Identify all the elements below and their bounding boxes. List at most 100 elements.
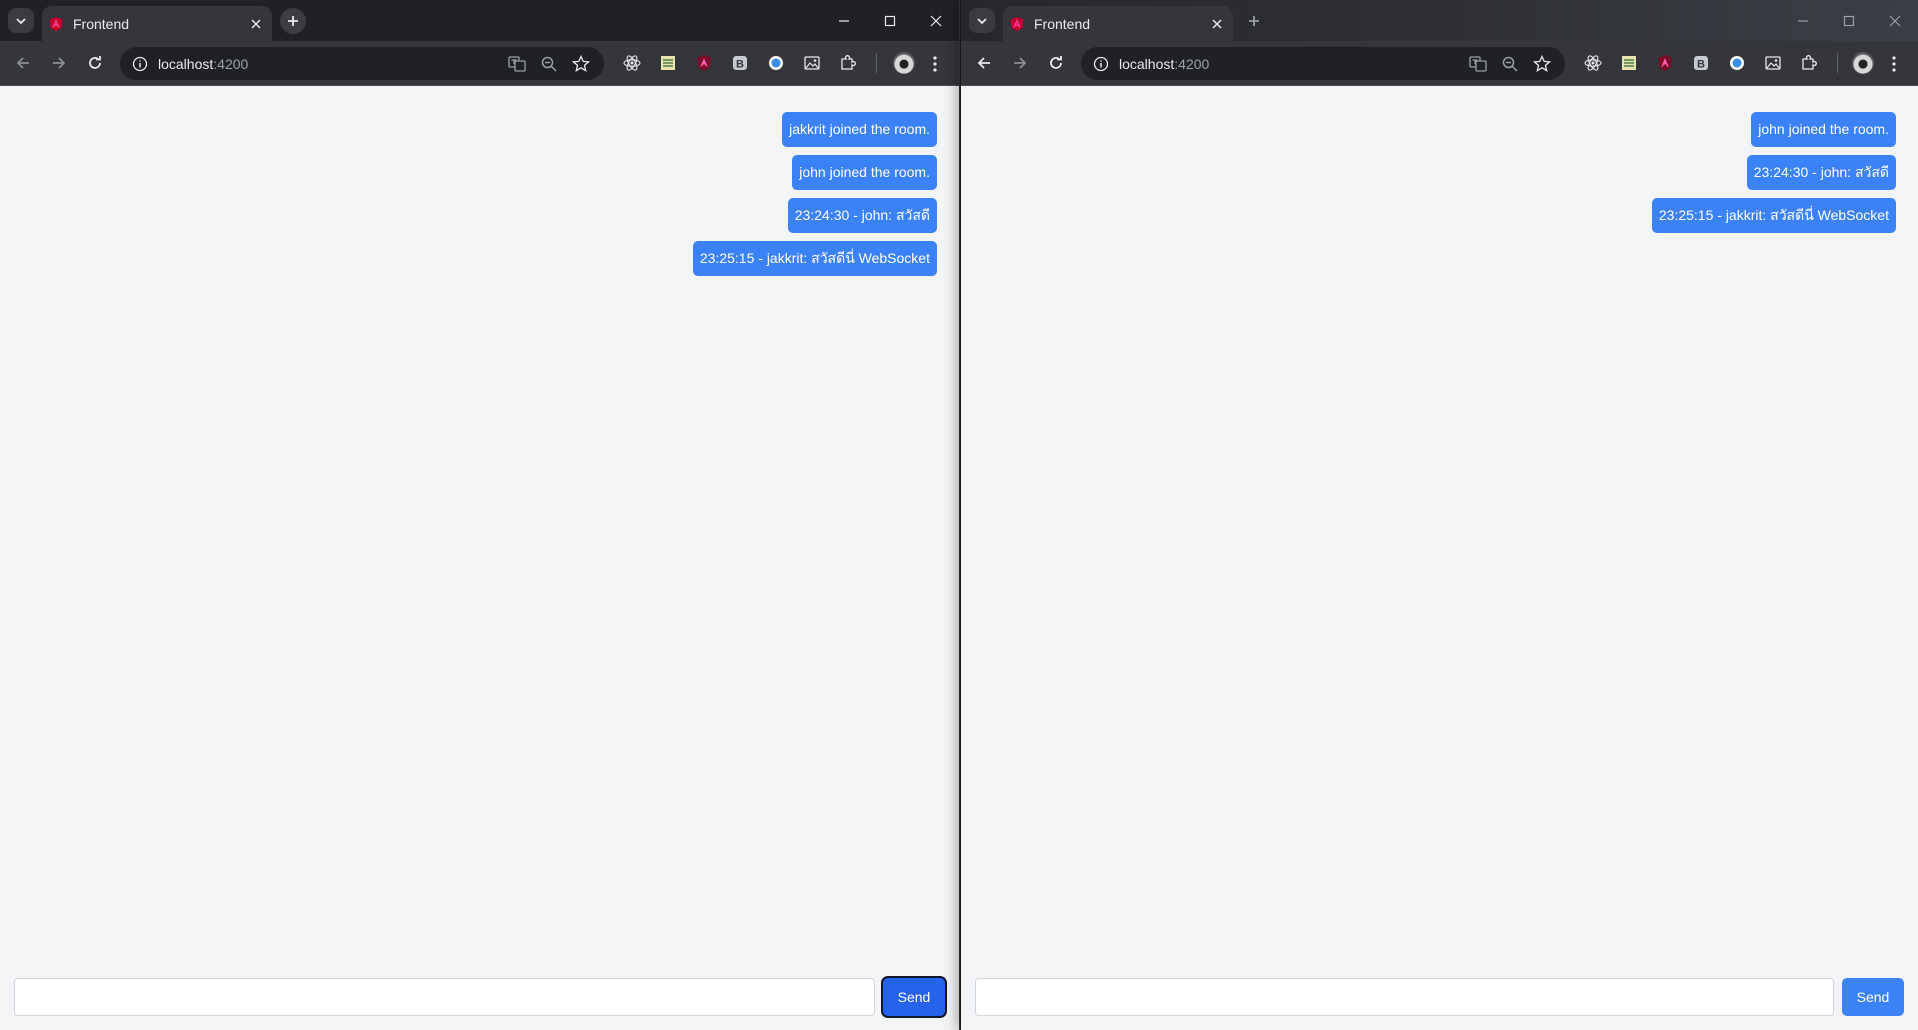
close-window-button[interactable]	[913, 0, 959, 41]
zoom-button[interactable]	[538, 53, 560, 75]
message-list: john joined the room. 23:24:30 - john: ส…	[1651, 112, 1896, 233]
zoom-button[interactable]	[1499, 53, 1521, 75]
tab-frontend[interactable]: Frontend	[1003, 6, 1233, 41]
site-info-icon[interactable]	[1092, 55, 1110, 73]
site-info-icon[interactable]	[131, 55, 149, 73]
react-devtools-icon	[623, 55, 641, 71]
maximize-button[interactable]	[1826, 0, 1872, 41]
browser-menu-button[interactable]	[925, 52, 945, 76]
image-extension[interactable]	[800, 51, 824, 75]
back-button[interactable]	[11, 51, 35, 75]
toolbar-divider	[1837, 53, 1838, 73]
circle-extension-icon	[1730, 56, 1744, 70]
sheet-extension[interactable]	[656, 51, 680, 75]
extensions-row: B	[1581, 51, 1838, 75]
back-icon	[16, 57, 29, 69]
message-bubble: 23:25:15 - jakkrit: สวัสดีนี่ WebSocket	[1651, 198, 1896, 233]
react-devtools-extension[interactable]	[1581, 51, 1605, 75]
back-button[interactable]	[972, 51, 996, 75]
minimize-button[interactable]	[821, 0, 867, 41]
new-tab-button[interactable]	[1241, 8, 1267, 34]
extensions-menu-button[interactable]	[836, 51, 860, 75]
message-bubble: john joined the room.	[1751, 112, 1896, 147]
title-bar: Frontend	[0, 0, 959, 41]
sheet-extension-icon	[661, 56, 675, 70]
address-bar[interactable]: localhost:4200	[120, 47, 604, 80]
url-host: localhost	[1119, 55, 1175, 72]
zoom-icon	[1502, 56, 1518, 72]
url-port: :4200	[1174, 55, 1210, 72]
forward-button[interactable]	[47, 51, 71, 75]
circle-extension-icon	[769, 56, 783, 70]
tab-frontend[interactable]: Frontend	[42, 6, 272, 41]
close-icon	[1212, 18, 1222, 29]
close-window-button[interactable]	[1872, 0, 1918, 41]
image-extension-icon	[1765, 56, 1781, 70]
url-text: localhost:4200	[158, 56, 506, 72]
extensions-menu-button[interactable]	[1797, 51, 1821, 75]
maximize-icon	[884, 15, 896, 26]
angular-devtools-icon	[1658, 55, 1672, 71]
reload-icon	[1050, 56, 1062, 69]
browser-menu-button[interactable]	[1884, 52, 1904, 76]
url-host: localhost	[158, 55, 214, 72]
title-bar: Frontend	[961, 0, 1918, 41]
avatar[interactable]	[1852, 52, 1874, 74]
chevron-down-icon	[16, 17, 26, 24]
angular-devtools-icon	[697, 55, 711, 71]
new-tab-button[interactable]	[280, 8, 306, 34]
image-extension-icon	[804, 56, 820, 70]
kebab-menu-icon	[933, 56, 937, 72]
b-extension[interactable]: B	[1689, 51, 1713, 75]
browser-toolbar: localhost:4200 B	[961, 41, 1918, 86]
star-icon	[1533, 54, 1551, 72]
chat-page: jakkrit joined the room. john joined the…	[0, 86, 959, 1030]
kebab-menu-icon	[1892, 56, 1896, 72]
tab-search-button[interactable]	[969, 8, 995, 33]
b-extension[interactable]: B	[728, 51, 752, 75]
minimize-button[interactable]	[1780, 0, 1826, 41]
tab-close-button[interactable]	[1209, 16, 1225, 32]
toolbar-divider	[876, 53, 877, 73]
sheet-extension-icon	[1622, 56, 1636, 70]
message-bubble: 23:24:30 - john: สวัสดี	[787, 198, 937, 233]
browser-toolbar: localhost:4200 B	[0, 41, 959, 86]
close-icon	[251, 18, 261, 29]
bookmark-button[interactable]	[570, 53, 592, 75]
tab-search-button[interactable]	[8, 8, 34, 33]
bookmark-button[interactable]	[1531, 53, 1553, 75]
maximize-icon	[1843, 15, 1855, 26]
b-extension-icon: B	[733, 56, 747, 71]
sheet-extension[interactable]	[1617, 51, 1641, 75]
message-input[interactable]	[975, 978, 1834, 1016]
angular-devtools-extension[interactable]	[692, 51, 716, 75]
circle-extension[interactable]	[764, 51, 788, 75]
message-composer: Send	[975, 978, 1904, 1016]
browser-window-left: Frontend localhost:4200 B jakkrit joined…	[0, 0, 960, 1030]
react-devtools-extension[interactable]	[620, 51, 644, 75]
plus-icon	[1249, 16, 1259, 26]
send-button[interactable]: Send	[883, 978, 945, 1016]
send-button[interactable]: Send	[1842, 978, 1904, 1016]
react-devtools-icon	[1584, 55, 1602, 71]
address-bar[interactable]: localhost:4200	[1081, 47, 1565, 80]
message-input[interactable]	[14, 978, 875, 1016]
circle-extension[interactable]	[1725, 51, 1749, 75]
chevron-down-icon	[977, 17, 987, 24]
avatar[interactable]	[893, 52, 915, 74]
star-icon	[572, 54, 590, 72]
reload-button[interactable]	[1044, 51, 1068, 75]
maximize-button[interactable]	[867, 0, 913, 41]
image-extension[interactable]	[1761, 51, 1785, 75]
reload-button[interactable]	[83, 51, 107, 75]
translate-button[interactable]	[506, 53, 528, 75]
tab-close-button[interactable]	[248, 16, 264, 32]
translate-button[interactable]	[1467, 53, 1489, 75]
svg-text:B: B	[736, 59, 744, 71]
forward-icon	[1014, 57, 1027, 69]
message-composer: Send	[14, 978, 945, 1016]
angular-devtools-extension[interactable]	[1653, 51, 1677, 75]
chat-page: john joined the room. 23:24:30 - john: ส…	[961, 86, 1918, 1030]
url-port: :4200	[213, 55, 249, 72]
forward-button[interactable]	[1008, 51, 1032, 75]
